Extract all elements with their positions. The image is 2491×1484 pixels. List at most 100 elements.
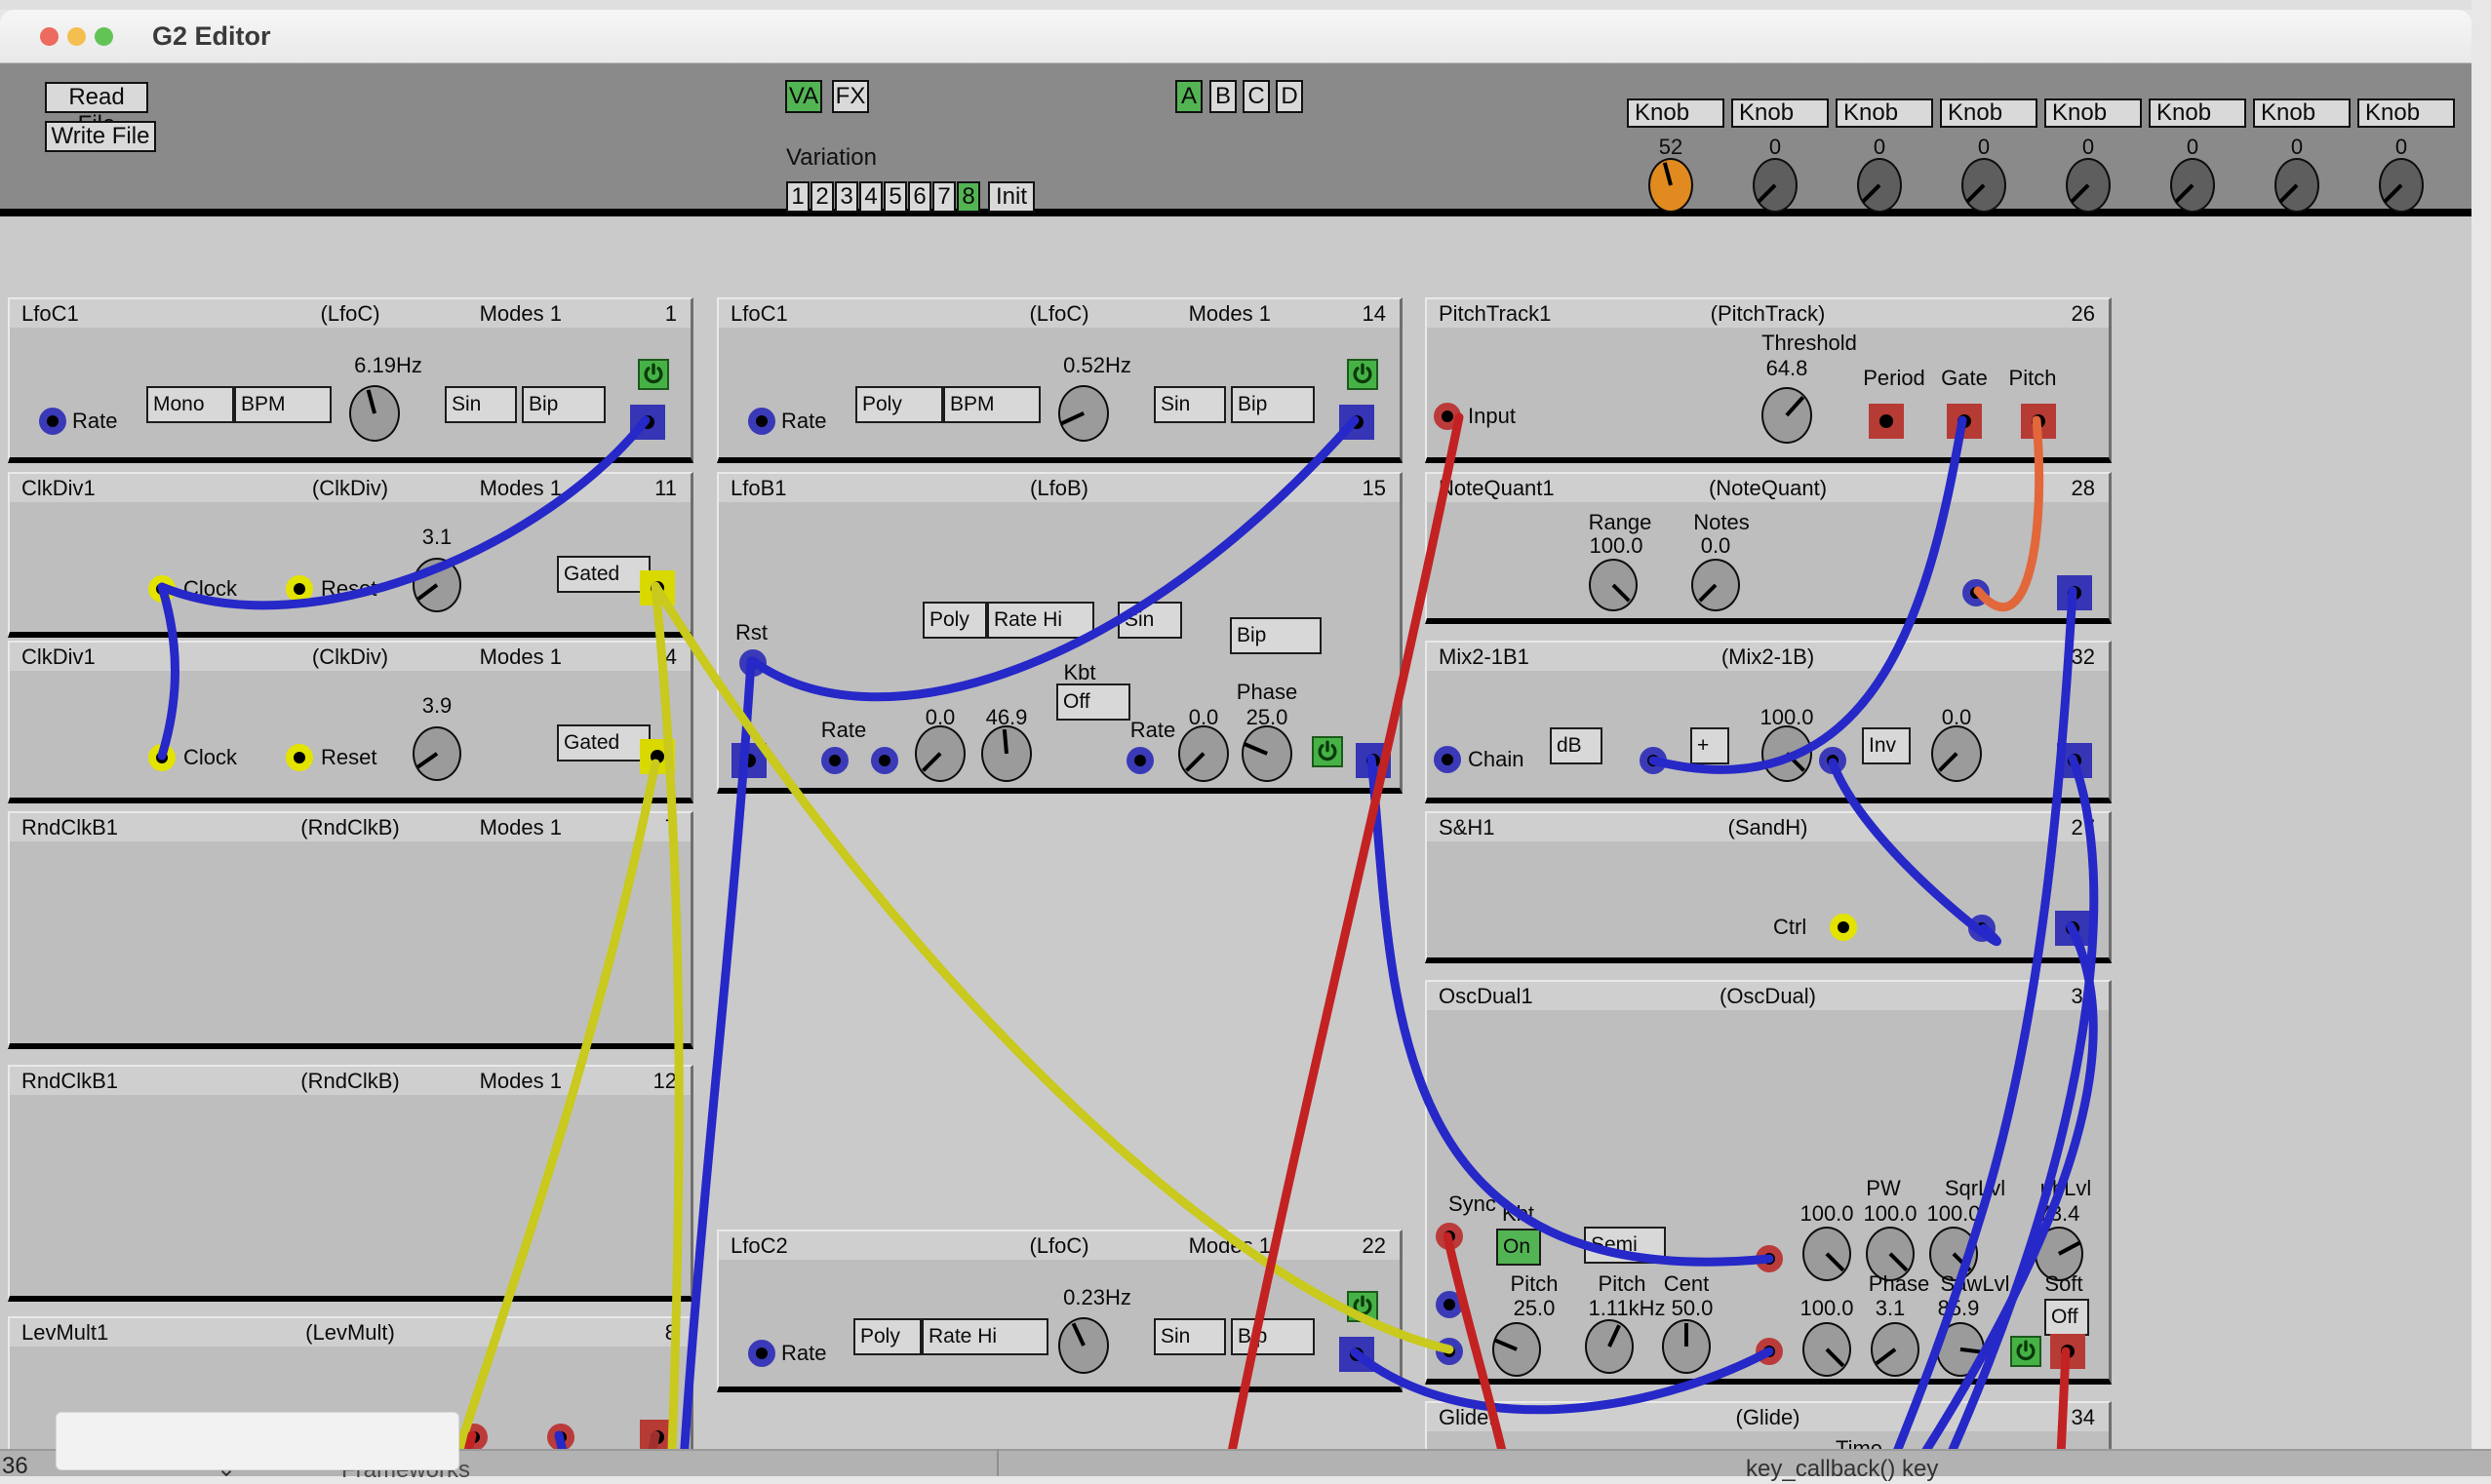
rate-knob[interactable] bbox=[1058, 385, 1109, 442]
panel-knob-6-label[interactable]: Knob bbox=[2149, 98, 2246, 128]
panel-knob-4-label[interactable]: Knob bbox=[1940, 98, 2037, 128]
sawlvl-knob[interactable] bbox=[1871, 1322, 1919, 1377]
rate-mode-dropdown[interactable]: BPM bbox=[943, 386, 1041, 423]
pitch1-knob[interactable] bbox=[1492, 1322, 1541, 1377]
rate-mode-dropdown[interactable]: BPM bbox=[234, 386, 332, 423]
variation-init-button[interactable]: Init bbox=[988, 181, 1035, 213]
rate-input-pin[interactable] bbox=[748, 408, 775, 435]
mono-poly-dropdown[interactable]: Poly bbox=[923, 602, 987, 639]
panel-knob-7-label[interactable]: Knob bbox=[2253, 98, 2351, 128]
waveform-dropdown[interactable]: Sin bbox=[1154, 1318, 1226, 1355]
reset-input-pin[interactable] bbox=[286, 744, 313, 771]
rate-knob[interactable] bbox=[981, 725, 1032, 782]
gated-mode-dropdown[interactable]: Gated bbox=[557, 724, 651, 762]
waveform-dropdown[interactable]: Sin bbox=[1118, 602, 1182, 639]
panel-knob-4[interactable] bbox=[1961, 158, 2006, 213]
module-sh1-27[interactable]: S&H1 (SandH) 27 Ctrl bbox=[1425, 811, 2112, 963]
module-clkdiv1-11[interactable]: ClkDiv1 (ClkDiv) Modes 1 11 Clock Reset … bbox=[8, 472, 693, 638]
module-header[interactable]: LfoC2 (LfoC) Modes 1 22 bbox=[719, 1231, 1400, 1260]
waveform-dropdown[interactable]: Sin bbox=[445, 386, 517, 423]
tab-fx[interactable]: FX bbox=[832, 80, 869, 113]
module-header[interactable]: Mix2-1B1 (Mix2-1B) 32 bbox=[1427, 643, 2109, 671]
rate-input-pin[interactable] bbox=[39, 408, 66, 435]
variation-3-button[interactable]: 3 bbox=[835, 181, 858, 213]
variation-6-button[interactable]: 6 bbox=[908, 181, 931, 213]
waveform-dropdown[interactable]: Sin bbox=[1154, 386, 1226, 423]
kbt-on-button[interactable]: On bbox=[1496, 1229, 1541, 1266]
power-button[interactable] bbox=[638, 359, 669, 390]
zoom-window-button[interactable] bbox=[95, 27, 113, 46]
module-lfoc2-22[interactable]: LfoC2 (LfoC) Modes 1 22 Rate Poly Rate H… bbox=[717, 1230, 1403, 1392]
panel-knob-3[interactable] bbox=[1857, 158, 1902, 213]
polarity-dropdown[interactable]: Bip bbox=[1230, 617, 1322, 654]
level2-knob[interactable] bbox=[1931, 725, 1982, 782]
panel-knob-7[interactable] bbox=[2274, 158, 2319, 213]
panel-knob-1-label[interactable]: Knob bbox=[1627, 98, 1724, 128]
module-header[interactable]: S&H1 (SandH) 27 bbox=[1427, 813, 2109, 841]
module-mix21b1-32[interactable]: Mix2-1B1 (Mix2-1B) 32 Chain dB + 100.0 I… bbox=[1425, 641, 2112, 803]
power-button[interactable] bbox=[1347, 359, 1378, 390]
module-header[interactable]: RndClkB1 (RndClkB) Modes 1 12 bbox=[10, 1067, 691, 1095]
rate-range-dropdown[interactable]: Rate Hi bbox=[987, 602, 1094, 639]
panel-knob-8[interactable] bbox=[2379, 158, 2424, 213]
module-header[interactable]: OscDual1 (OscDual) 33 bbox=[1427, 982, 2109, 1010]
panel-knob-8-label[interactable]: Knob bbox=[2357, 98, 2455, 128]
polarity-dropdown[interactable]: Bip bbox=[1231, 1318, 1315, 1355]
notes-knob[interactable] bbox=[1691, 559, 1740, 611]
slot-a-button[interactable]: A bbox=[1175, 80, 1203, 113]
close-window-button[interactable] bbox=[40, 27, 59, 46]
slot-c-button[interactable]: C bbox=[1243, 80, 1270, 113]
power-button[interactable] bbox=[1312, 736, 1343, 767]
minimize-window-button[interactable] bbox=[67, 27, 86, 46]
threshold-knob[interactable] bbox=[1761, 387, 1812, 444]
variation-5-button[interactable]: 5 bbox=[884, 181, 907, 213]
ctrl-input-pin[interactable] bbox=[1830, 914, 1857, 941]
soft-off-dropdown[interactable]: Off bbox=[2044, 1299, 2089, 1336]
gated-mode-dropdown[interactable]: Gated bbox=[557, 556, 651, 593]
cent-knob[interactable] bbox=[1662, 1319, 1711, 1374]
module-lfob1-15[interactable]: LfoB1 (LfoB) 15 Rst Poly Rate Hi Sin Bip… bbox=[717, 472, 1403, 794]
variation-2-button[interactable]: 2 bbox=[811, 181, 834, 213]
panel-knob-3-label[interactable]: Knob bbox=[1836, 98, 1933, 128]
module-pitchtrack1-26[interactable]: PitchTrack1 (PitchTrack) 26 Input Thresh… bbox=[1425, 297, 2112, 463]
rate-input-pin-2[interactable] bbox=[871, 747, 898, 774]
mono-poly-dropdown[interactable]: Poly bbox=[855, 386, 943, 423]
module-header[interactable]: RndClkB1 (RndClkB) Modes 1 7 bbox=[10, 813, 691, 841]
period-output-pin[interactable] bbox=[1869, 404, 1904, 439]
slot-d-button[interactable]: D bbox=[1276, 80, 1303, 113]
rate2-mod-knob[interactable] bbox=[1178, 725, 1229, 782]
db-dropdown[interactable]: dB bbox=[1550, 727, 1602, 764]
inv-dropdown[interactable]: Inv bbox=[1862, 727, 1911, 764]
module-header[interactable]: ClkDiv1 (ClkDiv) Modes 1 4 bbox=[10, 643, 691, 671]
sign-dropdown[interactable]: + bbox=[1690, 727, 1729, 764]
mono-poly-dropdown[interactable]: Poly bbox=[853, 1318, 922, 1355]
variation-1-button[interactable]: 1 bbox=[786, 181, 810, 213]
phase-knob[interactable] bbox=[1242, 725, 1292, 782]
variation-4-button[interactable]: 4 bbox=[859, 181, 883, 213]
divider-knob[interactable] bbox=[413, 726, 461, 781]
module-header[interactable]: LfoC1 (LfoC) Modes 1 14 bbox=[719, 299, 1400, 328]
module-clkdiv1-4[interactable]: ClkDiv1 (ClkDiv) Modes 1 4 Clock Reset 3… bbox=[8, 641, 693, 803]
panel-knob-2[interactable] bbox=[1753, 158, 1798, 213]
rate-mode-dropdown[interactable]: Rate Hi bbox=[922, 1318, 1048, 1355]
polarity-dropdown[interactable]: Bip bbox=[522, 386, 606, 423]
kbt-dropdown[interactable]: Off bbox=[1056, 683, 1130, 721]
tab-va[interactable]: VA bbox=[785, 80, 822, 113]
fm-knob[interactable] bbox=[1802, 1227, 1851, 1281]
panel-knob-5[interactable] bbox=[2066, 158, 2111, 213]
slot-b-button[interactable]: B bbox=[1209, 80, 1237, 113]
module-header[interactable]: LfoC1 (LfoC) Modes 1 1 bbox=[10, 299, 691, 328]
rate-knob[interactable] bbox=[349, 385, 400, 442]
range-knob[interactable] bbox=[1589, 559, 1638, 611]
rate-knob[interactable] bbox=[1058, 1317, 1109, 1374]
panel-knob-1[interactable] bbox=[1648, 158, 1693, 213]
module-header[interactable]: LevMult1 (LevMult) 8 bbox=[10, 1318, 691, 1347]
mono-poly-dropdown[interactable]: Mono bbox=[146, 386, 234, 423]
rate-input-pin-1[interactable] bbox=[821, 747, 849, 774]
panel-knob-6[interactable] bbox=[2170, 158, 2215, 213]
pitch2-knob[interactable] bbox=[1585, 1319, 1634, 1374]
module-rndclkb1-7[interactable]: RndClkB1 (RndClkB) Modes 1 7 bbox=[8, 811, 693, 1049]
phase-knob[interactable] bbox=[1802, 1322, 1851, 1377]
read-file-button[interactable]: Read File bbox=[45, 82, 148, 113]
variation-8-button[interactable]: 8 bbox=[957, 181, 980, 213]
